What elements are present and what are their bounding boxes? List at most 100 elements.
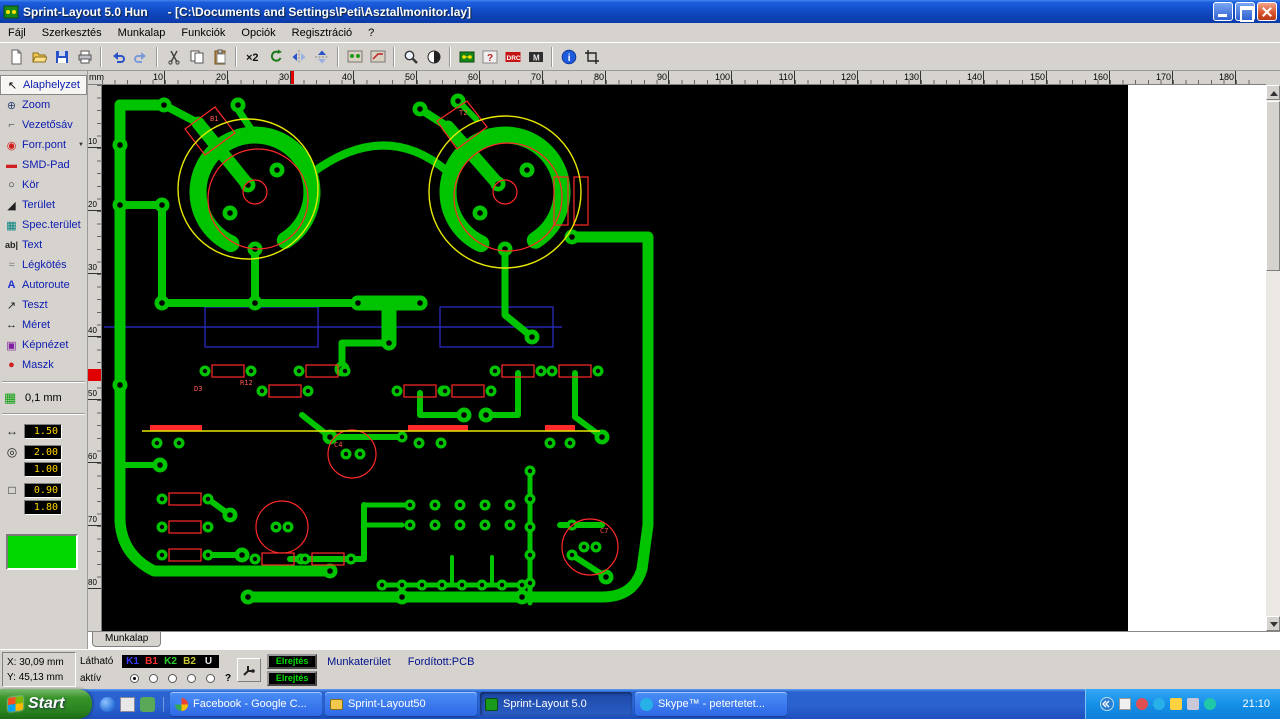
tool-label: Maszk — [22, 359, 54, 371]
messenger-tray-icon[interactable] — [1119, 698, 1132, 710]
hide-button-bottom[interactable]: Elrejtés — [267, 670, 318, 686]
smd-width-value[interactable]: 0.90 — [24, 483, 62, 498]
menu-item[interactable]: ? — [360, 25, 382, 41]
app-quicklaunch-icon[interactable] — [140, 696, 155, 712]
sidebar-tool-button[interactable]: ○ Kör — [0, 175, 87, 195]
ruler-tick: 100 — [669, 71, 732, 84]
sidebar-tool-button[interactable]: ↗ Teszt — [0, 295, 87, 315]
info-icon[interactable]: i — [557, 45, 580, 68]
sidebar-tool-button[interactable]: ↖ Alaphelyzet — [0, 75, 87, 95]
paste-icon[interactable] — [208, 45, 231, 68]
taskbar-window-button[interactable]: Skype™ - petertetet... — [635, 692, 787, 716]
tray-collapse-icon[interactable] — [1100, 697, 1115, 711]
track-width-value[interactable]: 1.50 — [24, 424, 62, 439]
close-button[interactable] — [1257, 2, 1277, 21]
new-file-icon[interactable] — [4, 45, 27, 68]
scroll-down-icon[interactable] — [1266, 616, 1280, 631]
layer-color-swatch[interactable] — [6, 534, 78, 570]
taskbar-window-button[interactable]: Sprint-Layout50 — [325, 692, 477, 716]
maximize-button[interactable] — [1235, 2, 1255, 22]
sidebar-tool-button[interactable]: ◉ Forr.pont ▼ — [0, 135, 87, 155]
pcb-board[interactable]: B1 T2 R12 C4 C7 D3 — [102, 85, 1128, 631]
layer-chip[interactable]: B1 — [143, 655, 160, 667]
skype-tray-icon[interactable] — [1170, 698, 1183, 710]
update-tray-icon[interactable] — [1187, 698, 1200, 710]
tool-icon: ◉ — [6, 139, 17, 152]
test-board-icon[interactable] — [366, 45, 389, 68]
mirror-horizontal-icon[interactable] — [287, 45, 310, 68]
minimize-button[interactable] — [1213, 2, 1233, 21]
layer-chip[interactable]: B2 — [181, 655, 198, 667]
sheet-tab[interactable]: Munkalap — [92, 632, 162, 647]
scale-x2-icon[interactable]: ×2 — [241, 45, 264, 68]
show-desktop-icon[interactable] — [120, 696, 135, 712]
menu-item[interactable]: Szerkesztés — [34, 25, 110, 41]
workspace-label: Munkaterület — [327, 656, 391, 668]
photoview-icon[interactable] — [422, 45, 445, 68]
tool-label: Autoroute — [22, 279, 70, 291]
taskbar-clock[interactable]: 21:10 — [1242, 698, 1270, 710]
layer-tool-button[interactable] — [237, 657, 262, 682]
pad-drill-value[interactable]: 1.00 — [24, 462, 62, 477]
taskbar-window-button[interactable]: Sprint-Layout 5.0 — [480, 692, 632, 716]
sidebar-tool-button[interactable]: ▬ SMD-Pad — [0, 155, 87, 175]
menu-item[interactable]: Munkalap — [110, 25, 174, 41]
smd-height-value[interactable]: 1.80 — [24, 500, 62, 515]
copy-icon[interactable] — [185, 45, 208, 68]
sidebar-tool-button[interactable]: A Autoroute — [0, 275, 87, 295]
svg-text:M: M — [533, 53, 540, 62]
start-button[interactable]: Start — [0, 689, 92, 719]
vertical-scrollbar[interactable] — [1266, 85, 1280, 631]
layer-chip[interactable]: K2 — [162, 655, 179, 667]
open-file-icon[interactable] — [27, 45, 50, 68]
pad-outer-value[interactable]: 2.00 — [24, 445, 62, 460]
scrollbar-thumb[interactable] — [1266, 101, 1280, 271]
grid-setting[interactable]: ▦ 0,1 mm — [0, 389, 87, 407]
print-icon[interactable] — [73, 45, 96, 68]
keyboard-layout-icon[interactable] — [1136, 698, 1149, 710]
sidebar-tool-button[interactable]: ◢ Terület — [0, 195, 87, 215]
layer-radio[interactable] — [149, 673, 158, 683]
zoom-icon[interactable] — [399, 45, 422, 68]
workspace-area[interactable]: B1 T2 R12 C4 C7 D3 — [102, 85, 1266, 631]
menu-item[interactable]: Fájl — [0, 25, 34, 41]
sidebar-tool-button[interactable]: ab| Text — [0, 235, 87, 255]
pcb-canvas[interactable]: B1 T2 R12 C4 C7 D3 — [102, 85, 1128, 631]
browser-quicklaunch-icon[interactable] — [100, 696, 115, 712]
macro-help-icon[interactable]: ? — [478, 45, 501, 68]
sidebar-tool-button[interactable]: ⊕ Zoom — [0, 95, 87, 115]
footprint-library-icon[interactable] — [455, 45, 478, 68]
footprint-stamp-icon[interactable] — [343, 45, 366, 68]
sidebar-tool-button[interactable]: ▦ Spec.terület — [0, 215, 87, 235]
antivirus-tray-icon[interactable] — [1153, 698, 1166, 710]
layer-radio[interactable] — [168, 673, 177, 683]
sidebar-tool-button[interactable]: ⌐ Vezetősáv — [0, 115, 87, 135]
taskbar-window-button[interactable]: Facebook - Google C... — [170, 692, 322, 716]
volume-tray-icon[interactable] — [1204, 698, 1217, 710]
layer-chip[interactable]: K1 — [124, 655, 141, 667]
menu-item[interactable]: Funkciók — [173, 25, 233, 41]
layer-radio[interactable] — [187, 673, 196, 683]
sidebar-tool-button[interactable]: ▣ Képnézet — [0, 335, 87, 355]
sidebar-tool-button[interactable]: ↔ Méret — [0, 315, 87, 335]
redo-icon[interactable] — [129, 45, 152, 68]
menu-item[interactable]: Opciók — [233, 25, 283, 41]
metalization-icon[interactable]: M — [524, 45, 547, 68]
rotate-icon[interactable] — [264, 45, 287, 68]
undo-icon[interactable] — [106, 45, 129, 68]
layer-chip[interactable]: U — [200, 655, 217, 667]
menu-item[interactable]: Regisztráció — [284, 25, 361, 41]
cut-icon[interactable] — [162, 45, 185, 68]
layer-radio[interactable] — [130, 673, 139, 683]
save-icon[interactable] — [50, 45, 73, 68]
scroll-up-icon[interactable] — [1266, 85, 1280, 100]
layer-radio[interactable] — [206, 673, 215, 683]
network-tray-icon[interactable] — [1221, 698, 1233, 710]
sidebar-tool-button[interactable]: ≈ Légkötés — [0, 255, 87, 275]
select-area-icon[interactable] — [580, 45, 603, 68]
hide-button-top[interactable]: Elrejtés — [267, 653, 318, 669]
layer-help-button[interactable]: ? — [225, 673, 231, 684]
drc-icon[interactable]: DRC — [501, 45, 524, 68]
sidebar-tool-button[interactable]: ● Maszk — [0, 355, 87, 375]
mirror-vertical-icon[interactable] — [310, 45, 333, 68]
